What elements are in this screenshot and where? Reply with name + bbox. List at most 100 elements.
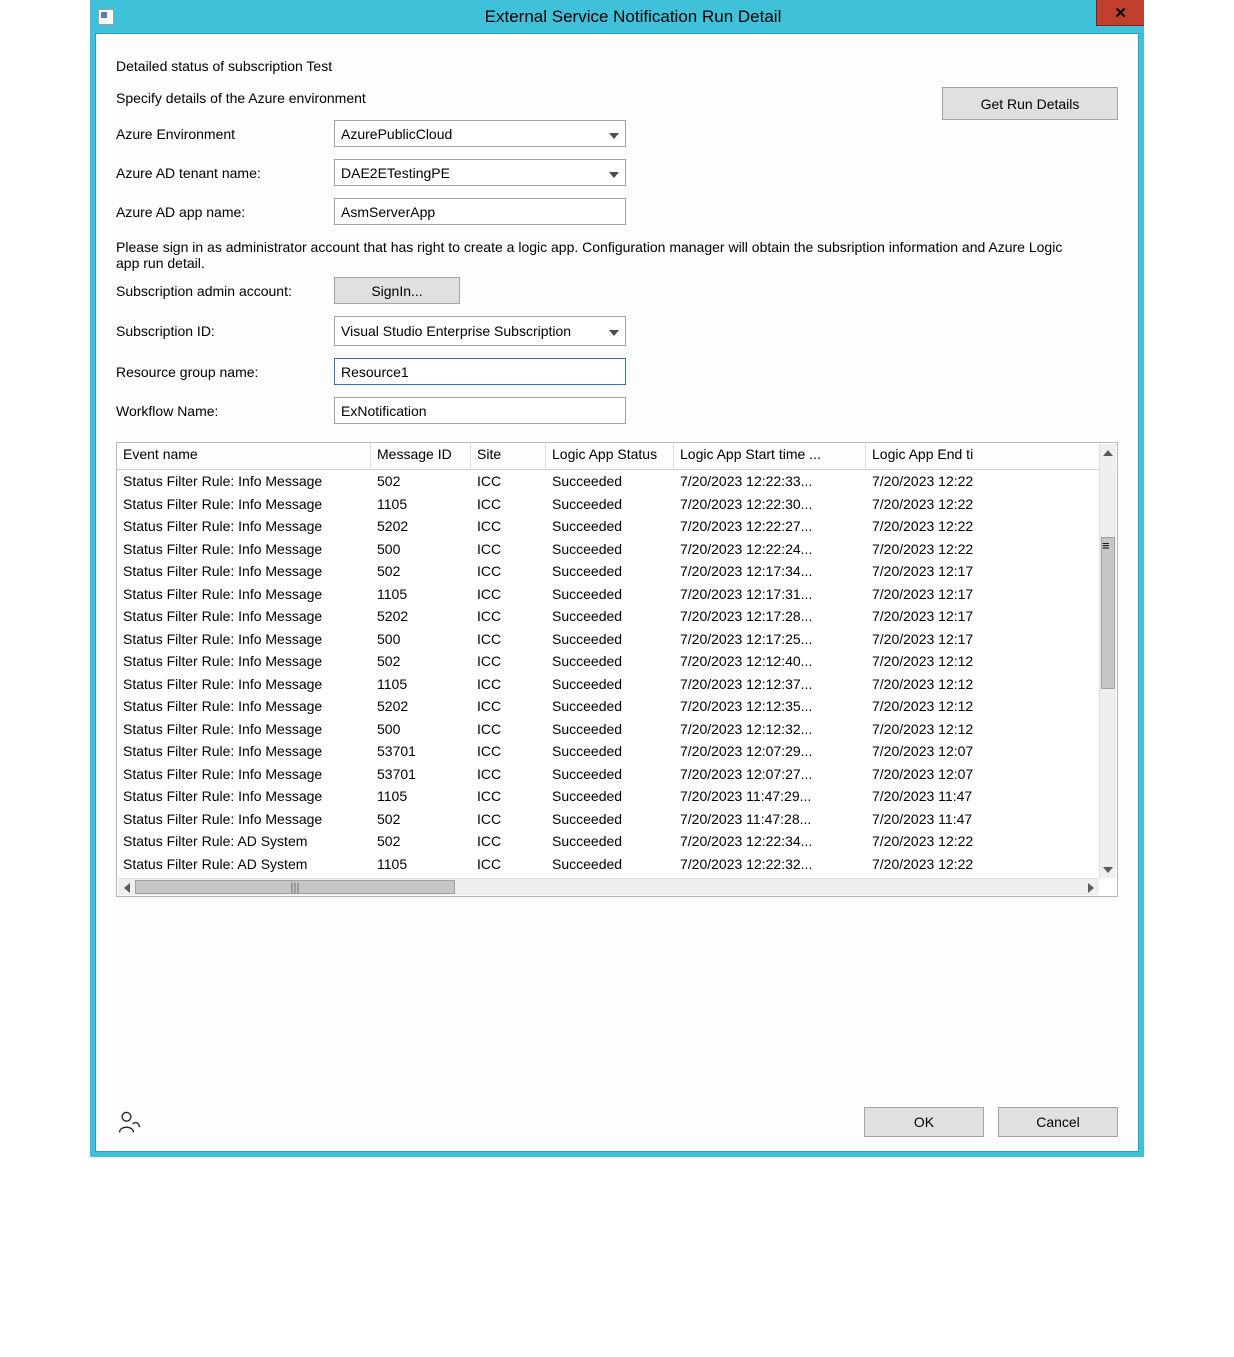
cell-status: Succeeded [546,785,674,808]
cell-event-name: Status Filter Rule: Info Message [117,673,371,696]
table-row[interactable]: Status Filter Rule: Info Message53701ICC… [117,763,1117,786]
table-row[interactable]: Status Filter Rule: Info Message53701ICC… [117,740,1117,763]
scroll-down-icon[interactable] [1100,861,1116,878]
cell-site: ICC [471,695,546,718]
cell-end-time: 7/20/2023 12:17 [866,583,1004,606]
table-row[interactable]: Status Filter Rule: Info Message1105ICCS… [117,583,1117,606]
col-site[interactable]: Site [471,443,546,469]
cell-end-time: 7/20/2023 12:17 [866,560,1004,583]
azure-env-combo[interactable]: AzurePublicCloud [334,120,626,147]
cell-status: Succeeded [546,763,674,786]
cell-message-id: 500 [371,538,471,561]
cell-event-name: Status Filter Rule: Info Message [117,718,371,741]
cell-site: ICC [471,718,546,741]
table-row[interactable]: Status Filter Rule: Info Message1105ICCS… [117,785,1117,808]
cell-start-time: 7/20/2023 12:22:33... [674,470,866,493]
col-status[interactable]: Logic App Status [546,443,674,469]
cell-end-time: 7/20/2023 11:47 [866,785,1004,808]
cell-start-time: 7/20/2023 12:12:37... [674,673,866,696]
col-end-time[interactable]: Logic App End ti [866,443,1004,469]
workflow-name-input[interactable] [334,397,626,424]
table-row[interactable]: Status Filter Rule: AD System502ICCSucce… [117,830,1117,853]
scroll-up-icon[interactable] [1100,444,1116,461]
table-row[interactable]: Status Filter Rule: Info Message5202ICCS… [117,515,1117,538]
cell-site: ICC [471,673,546,696]
tenant-label: Azure AD tenant name: [116,165,334,181]
cell-event-name: Status Filter Rule: Info Message [117,605,371,628]
cell-site: ICC [471,515,546,538]
table-row[interactable]: Status Filter Rule: Info Message5202ICCS… [117,695,1117,718]
cell-event-name: Status Filter Rule: Info Message [117,560,371,583]
hscroll-track[interactable]: ||| [135,879,1082,895]
table-row[interactable]: Status Filter Rule: Info Message1105ICCS… [117,673,1117,696]
cell-end-time: 7/20/2023 12:22 [866,493,1004,516]
cell-site: ICC [471,808,546,831]
close-button[interactable]: ✕ [1096,0,1144,26]
table-row[interactable]: Status Filter Rule: Info Message502ICCSu… [117,650,1117,673]
cell-start-time: 7/20/2023 12:22:27... [674,515,866,538]
cell-status: Succeeded [546,628,674,651]
azure-env-label: Azure Environment [116,126,334,142]
subscription-id-value: Visual Studio Enterprise Subscription [341,323,571,339]
cell-site: ICC [471,470,546,493]
cell-site: ICC [471,493,546,516]
cell-message-id: 5202 [371,515,471,538]
table-row[interactable]: Status Filter Rule: Info Message500ICCSu… [117,718,1117,741]
cell-message-id: 500 [371,628,471,651]
cell-site: ICC [471,785,546,808]
cell-end-time: 7/20/2023 12:22 [866,830,1004,853]
cancel-button[interactable]: Cancel [998,1107,1118,1137]
cell-end-time: 7/20/2023 12:22 [866,853,1004,876]
table-row[interactable]: Status Filter Rule: Info Message502ICCSu… [117,560,1117,583]
scroll-right-icon[interactable] [1082,879,1099,896]
close-icon: ✕ [1114,4,1127,22]
table-row[interactable]: Status Filter Rule: Info Message5202ICCS… [117,605,1117,628]
table-row[interactable]: Status Filter Rule: Info Message500ICCSu… [117,628,1117,651]
cell-event-name: Status Filter Rule: Info Message [117,763,371,786]
cell-end-time: 7/20/2023 12:22 [866,515,1004,538]
get-run-details-button[interactable]: Get Run Details [942,87,1118,120]
cell-status: Succeeded [546,560,674,583]
cell-message-id: 53701 [371,763,471,786]
signin-button[interactable]: SignIn... [334,277,460,304]
tenant-combo[interactable]: DAE2ETestingPE [334,159,626,186]
cell-end-time: 7/20/2023 12:12 [866,673,1004,696]
vscroll-track[interactable]: ≡ [1100,461,1116,861]
instruction-text: Please sign in as administrator account … [116,239,1076,271]
person-icon [116,1108,144,1136]
table-row[interactable]: Status Filter Rule: Info Message502ICCSu… [117,808,1117,831]
table-row[interactable]: Status Filter Rule: AD System1105ICCSucc… [117,853,1117,876]
cell-event-name: Status Filter Rule: Info Message [117,695,371,718]
col-event-name[interactable]: Event name [117,443,371,469]
cell-status: Succeeded [546,718,674,741]
workflow-name-label: Workflow Name: [116,403,334,419]
cell-message-id: 502 [371,650,471,673]
table-row[interactable]: Status Filter Rule: Info Message502ICCSu… [117,470,1117,493]
cell-message-id: 53701 [371,740,471,763]
subscription-id-combo[interactable]: Visual Studio Enterprise Subscription [334,316,626,346]
cell-message-id: 5202 [371,605,471,628]
horizontal-scrollbar[interactable]: ||| [118,878,1099,895]
cell-event-name: Status Filter Rule: Info Message [117,628,371,651]
cell-start-time: 7/20/2023 12:07:29... [674,740,866,763]
hscroll-thumb[interactable]: ||| [135,880,455,894]
cell-event-name: Status Filter Rule: AD System [117,853,371,876]
cell-status: Succeeded [546,830,674,853]
app-name-label: Azure AD app name: [116,204,334,220]
scroll-left-icon[interactable] [118,879,135,896]
resource-group-input[interactable] [334,358,626,385]
table-row[interactable]: Status Filter Rule: Info Message500ICCSu… [117,538,1117,561]
cell-end-time: 7/20/2023 12:22 [866,538,1004,561]
cell-status: Succeeded [546,470,674,493]
dialog-footer: OK Cancel [116,1107,1118,1137]
cell-site: ICC [471,538,546,561]
col-message-id[interactable]: Message ID [371,443,471,469]
vertical-scrollbar[interactable]: ≡ [1099,444,1116,878]
col-start-time[interactable]: Logic App Start time ... [674,443,866,469]
status-heading: Detailed status of subscription Test [116,58,1118,74]
app-name-input[interactable] [334,198,626,225]
table-row[interactable]: Status Filter Rule: Info Message1105ICCS… [117,493,1117,516]
ok-button[interactable]: OK [864,1107,984,1137]
cell-end-time: 7/20/2023 12:12 [866,695,1004,718]
vscroll-thumb[interactable]: ≡ [1101,537,1115,689]
